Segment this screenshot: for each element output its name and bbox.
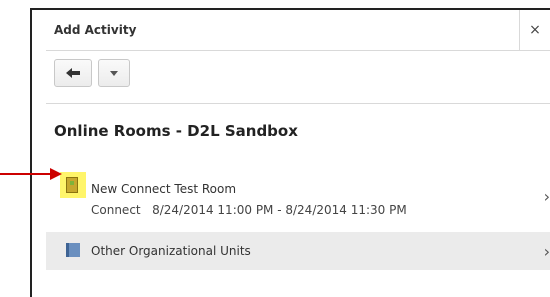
arrow-left-icon (66, 68, 80, 78)
list-item-name: Other Organizational Units (91, 244, 251, 258)
list-item-meta: Connect 8/24/2014 11:00 PM - 8/24/2014 1… (91, 203, 407, 217)
list-item-connect-room[interactable]: New Connect Test Room Connect 8/24/2014 … (46, 166, 550, 226)
navigation-menu-button[interactable] (98, 59, 130, 87)
chevron-right-icon: › (543, 242, 550, 261)
toolbar-divider (46, 103, 550, 104)
back-button[interactable] (54, 59, 92, 87)
red-annotation-arrow-icon (0, 168, 62, 180)
list-item-time: 8/24/2014 11:00 PM - 8/24/2014 11:30 PM (152, 203, 407, 217)
dialog-title: Add Activity (54, 23, 137, 37)
close-button[interactable]: × (519, 10, 550, 50)
list-item-name: New Connect Test Room (91, 182, 237, 196)
book-icon (66, 243, 80, 257)
add-activity-dialog: Add Activity × Online Rooms - D2L Sandbo… (46, 10, 550, 297)
connect-room-icon (66, 177, 78, 193)
org-unit-title: Online Rooms - D2L Sandbox (54, 122, 298, 140)
chevron-down-icon (110, 70, 118, 76)
list-item-type: Connect (91, 203, 141, 217)
dialog-toolbar (54, 59, 130, 87)
chevron-right-icon: › (543, 187, 550, 206)
list-item-other-org-units[interactable]: Other Organizational Units › (46, 232, 550, 270)
frame-border-left (30, 8, 32, 297)
dialog-header: Add Activity × (46, 10, 550, 51)
close-icon: × (529, 22, 541, 38)
